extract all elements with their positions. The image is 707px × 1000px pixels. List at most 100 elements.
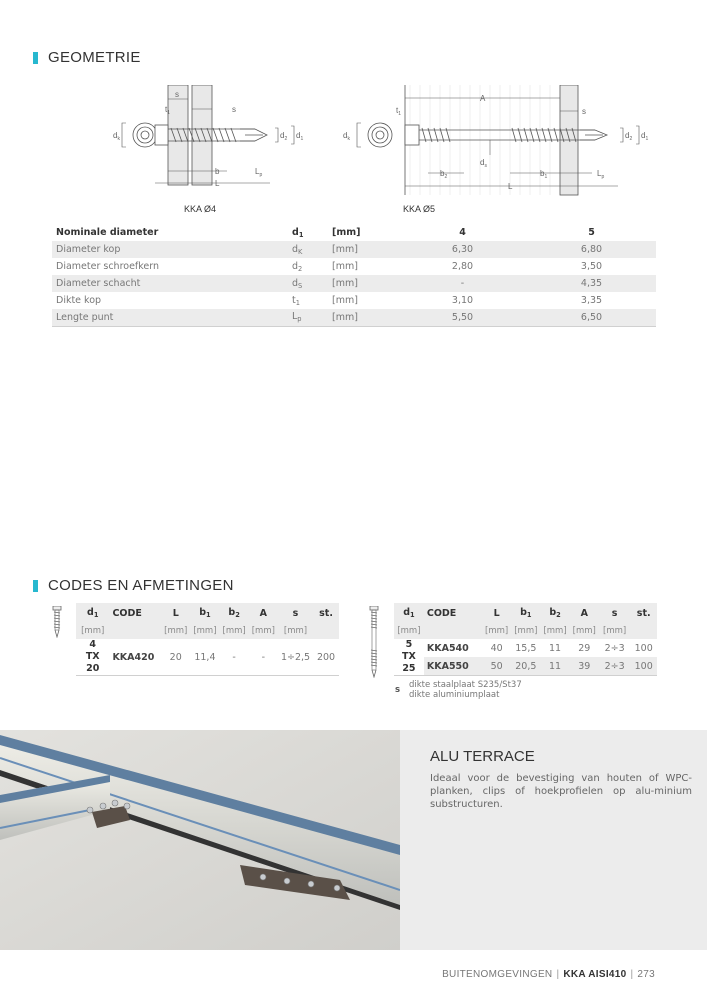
page-footer: BUITENOMGEVINGEN | KKA AISI410 | 273	[442, 969, 655, 980]
row-value: 4,35	[527, 275, 656, 292]
head-front-view	[367, 122, 393, 148]
L-cell: 50	[482, 657, 512, 677]
row-symbol: t1	[292, 294, 300, 307]
col-d1: d1	[76, 603, 110, 623]
table-row: 4 TX 20 KKA420 20 11,4 - - 1÷2,5 200	[76, 639, 339, 676]
header-unit: [mm]	[332, 227, 361, 238]
code-cell: KKA540	[426, 642, 469, 654]
row-value: -	[398, 275, 527, 292]
col-st: st.	[630, 603, 657, 623]
unit-d1: [mm]	[76, 623, 110, 639]
screw-head	[154, 124, 169, 146]
b2-cell: 11	[548, 642, 562, 654]
footer-page-number: 273	[637, 969, 655, 980]
unit-code	[109, 623, 162, 639]
unit-s: [mm]	[598, 623, 631, 639]
row-name: Diameter kop	[52, 241, 288, 258]
codes-header-row: d1 CODE L b1 b2 A s st.	[76, 603, 339, 623]
col-st: st.	[313, 603, 339, 623]
row-value: 5,50	[398, 309, 527, 327]
b1-cell: 20,5	[511, 657, 541, 677]
note-line-steel: dikte staalplaat S235/St37	[409, 680, 522, 690]
kka5-geometry-diagram: dk d2 d1 A t1 s ds b2 b1 Lp L	[343, 85, 648, 196]
col-L: L	[161, 603, 191, 623]
row-value: 6,80	[527, 241, 656, 258]
svg-text:s: s	[232, 105, 236, 114]
col-b2: b2	[540, 603, 570, 623]
L-cell: 20	[161, 639, 191, 676]
A-cell: 29	[578, 642, 591, 654]
accent-bar	[33, 51, 38, 64]
table-row: Diameter schroefkern d2 [mm] 2,80 3,50	[52, 258, 656, 275]
codes-unit-row: [mm] [mm] [mm] [mm] [mm] [mm]	[394, 623, 657, 639]
row-unit: [mm]	[328, 275, 398, 292]
dk-label: dk	[113, 131, 120, 142]
b2-cell: -	[219, 639, 249, 676]
svg-text:d2: d2	[280, 131, 287, 142]
table-row: Diameter kop dK [mm] 6,30 6,80	[52, 241, 656, 258]
svg-text:L: L	[508, 182, 513, 191]
row-symbol: d2	[292, 260, 303, 273]
st-cell: 100	[630, 657, 657, 677]
A-cell: 39	[569, 657, 599, 677]
head-front-view	[132, 122, 158, 148]
unit-code	[423, 623, 483, 639]
kka4-figure-label: KKA Ø4	[184, 204, 217, 214]
short-screw-icon	[52, 606, 62, 638]
note-line-aluminium: dikte aluminiumplaat	[409, 690, 500, 700]
thickness-note: s dikte staalplaat S235/St37 dikte alumi…	[395, 680, 522, 700]
st-cell: 200	[313, 639, 339, 676]
svg-text:Lp: Lp	[255, 167, 262, 178]
b2-cell: 11	[540, 657, 570, 677]
geometry-section-heading: GEOMETRIE	[33, 49, 141, 66]
header-name: Nominale diameter	[56, 227, 159, 238]
L-cell: 40	[490, 642, 503, 654]
terrace-substructure-illustration	[0, 730, 400, 950]
application-title: ALU TERRACE	[430, 748, 535, 765]
col-s: s	[277, 603, 314, 623]
row-name: Diameter schroefkern	[56, 261, 160, 272]
svg-text:d1: d1	[641, 131, 648, 142]
header-value-5: 5	[588, 227, 595, 238]
b1-cell: 11,4	[190, 639, 220, 676]
row-name: Diameter schacht	[52, 275, 288, 292]
s-cell: 1÷2,5	[277, 639, 314, 676]
codes-section-heading: CODES EN AFMETINGEN	[33, 577, 234, 594]
svg-text:dk: dk	[343, 131, 350, 142]
row-symbol: dS	[288, 275, 328, 292]
svg-text:d1: d1	[296, 131, 303, 142]
unit-A: [mm]	[248, 623, 278, 639]
unit-st	[630, 623, 657, 639]
svg-text:b: b	[215, 167, 220, 176]
svg-text:b1: b1	[540, 169, 547, 180]
code-cell: KKA420	[109, 639, 162, 676]
unit-st	[313, 623, 339, 639]
row-name: Dikte kop	[56, 295, 102, 306]
A-cell: -	[248, 639, 278, 676]
row-unit: [mm]	[332, 295, 358, 306]
geometry-table-header: Nominale diameter d1 [mm] 4 5	[52, 224, 656, 241]
d1-cell: 5 TX 25	[394, 639, 424, 676]
row-unit: [mm]	[328, 309, 398, 327]
col-code: CODE	[109, 603, 162, 623]
codes-unit-row: [mm] [mm] [mm] [mm] [mm] [mm]	[76, 623, 339, 639]
col-b2: b2	[219, 603, 249, 623]
col-code: CODE	[423, 603, 483, 623]
application-description: Ideaal voor de bevestiging van houten of…	[430, 773, 692, 810]
col-b1: b1	[190, 603, 220, 623]
s-cell: 2÷3	[598, 657, 631, 677]
svg-text:s: s	[582, 107, 586, 116]
A-label: A	[480, 94, 486, 103]
svg-text:L: L	[215, 179, 220, 188]
row-unit: [mm]	[328, 241, 398, 258]
col-L: L	[482, 603, 512, 623]
plate-1	[167, 85, 189, 186]
row-symbol: dK	[288, 241, 328, 258]
col-A: A	[569, 603, 599, 623]
row-value: 6,50	[527, 309, 656, 327]
long-screw-icon	[369, 606, 379, 678]
row-value: 3,50	[580, 261, 603, 272]
accent-bar	[33, 579, 38, 592]
screw-thread	[419, 127, 609, 143]
row-value: 2,80	[451, 261, 474, 272]
